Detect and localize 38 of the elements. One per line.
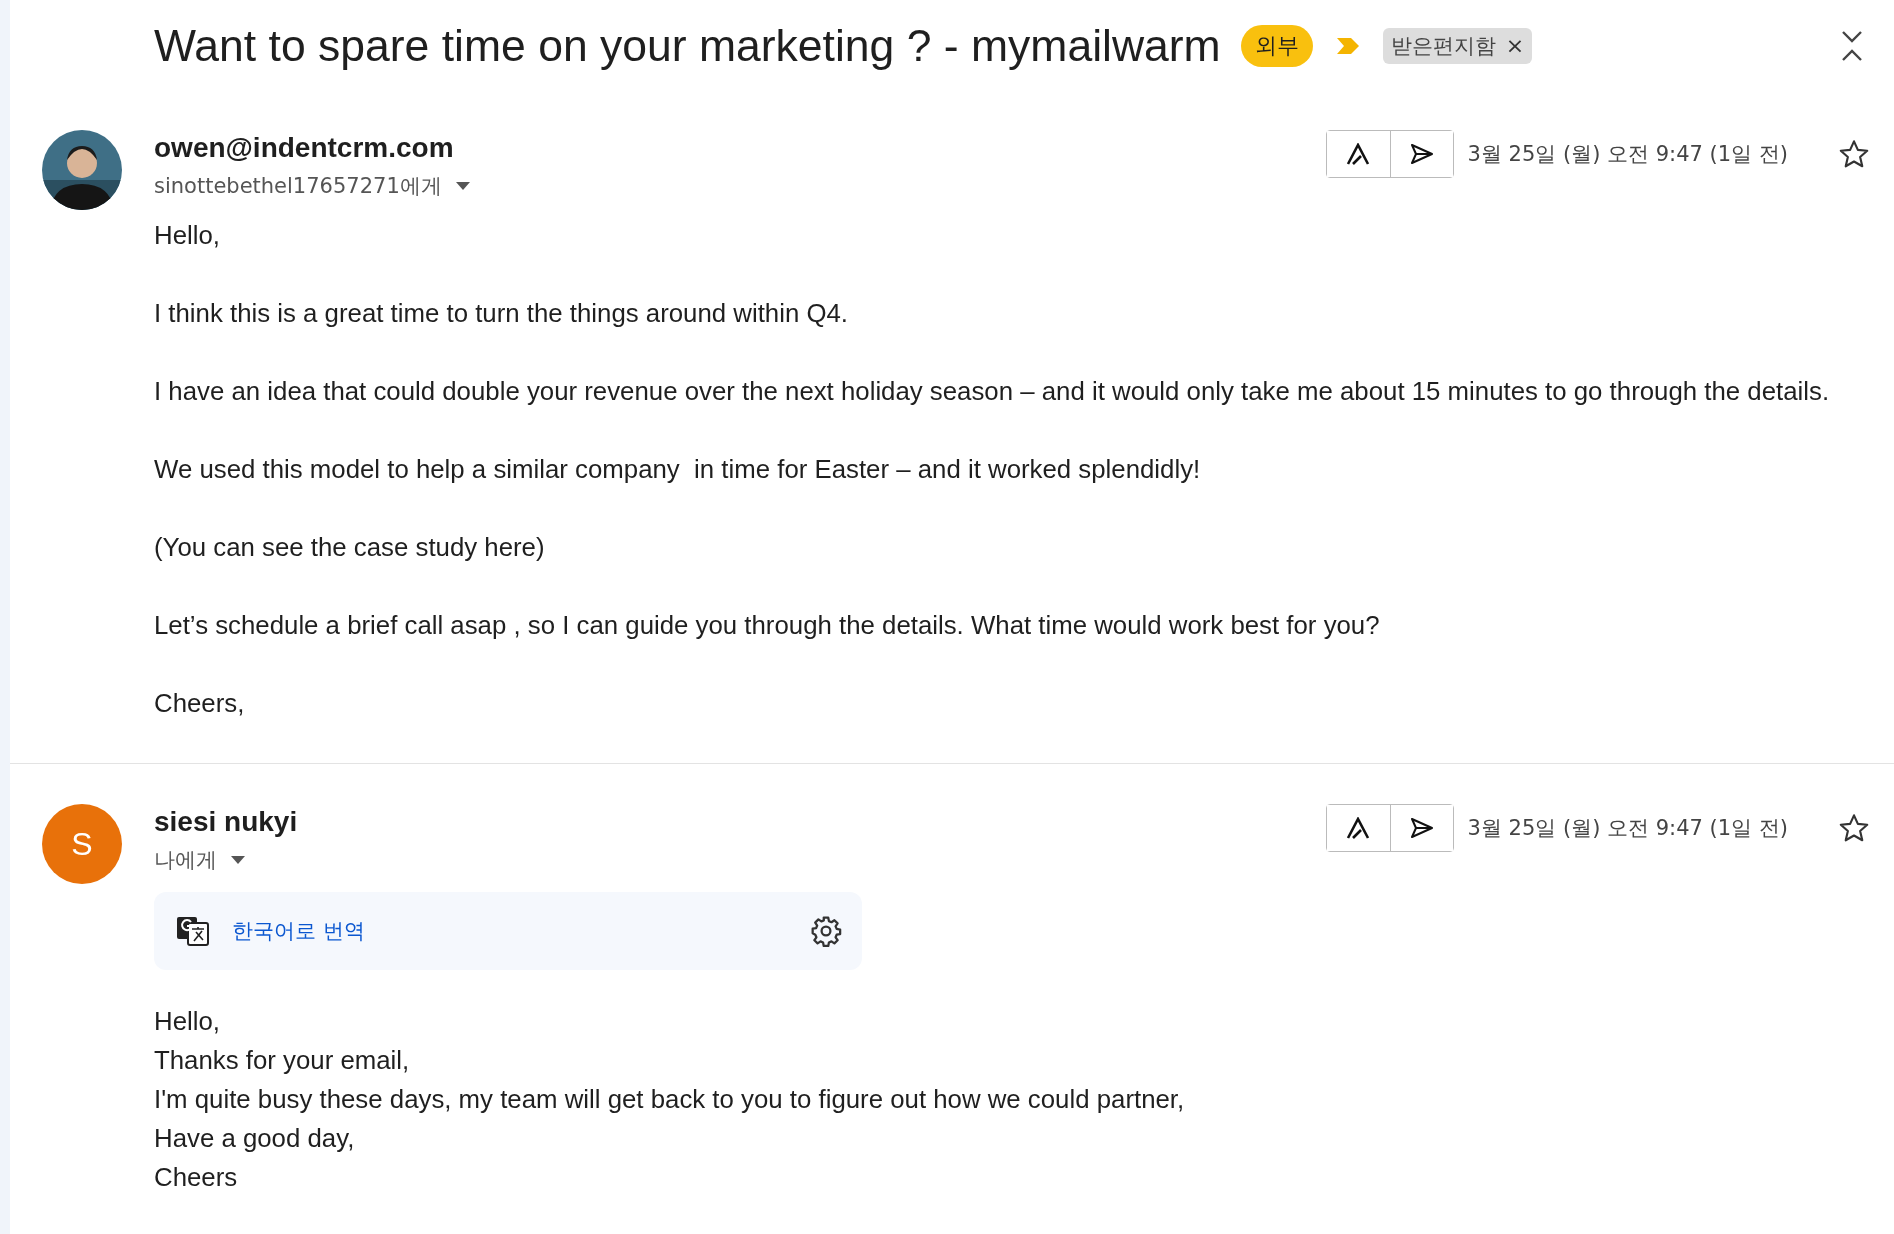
peak-icon bbox=[1346, 817, 1371, 839]
message-paragraph: Hello, bbox=[154, 1006, 221, 1037]
message-date: 3월 25일 (월) 오전 9:47 (1일 전) bbox=[1467, 141, 1788, 168]
dropdown-caret-icon[interactable] bbox=[231, 856, 245, 864]
star-icon[interactable] bbox=[1838, 138, 1870, 170]
sender-name: siesi nukyi bbox=[154, 805, 298, 839]
label-text: 받은편지함 bbox=[1390, 33, 1496, 60]
message-paragraph: Cheers, bbox=[154, 688, 246, 719]
message-paragraph: Hello, bbox=[154, 220, 221, 251]
message-paragraph: Cheers bbox=[154, 1162, 239, 1193]
message-paragraph: We used this model to help a similar company in time for Easter – and it worked splendidly! bbox=[154, 454, 1202, 485]
dropdown-caret-icon[interactable] bbox=[455, 182, 470, 190]
send-button[interactable] bbox=[1389, 805, 1453, 851]
message-paragraph: (You can see the case study here) bbox=[154, 532, 546, 563]
message-paragraph: I think this is a great time to turn the things around within Q4. bbox=[154, 298, 849, 329]
message-paragraph: Thanks for your email, bbox=[154, 1045, 411, 1076]
avatar-initial: S bbox=[42, 804, 122, 884]
send-icon bbox=[1409, 817, 1434, 839]
sender-name: owen@indentcrm.com bbox=[154, 131, 455, 165]
recipient-text: 나에게 bbox=[154, 847, 217, 874]
translate-link[interactable]: 한국어로 번역 bbox=[232, 917, 365, 945]
settings-icon[interactable] bbox=[810, 915, 842, 947]
send-icon bbox=[1409, 143, 1434, 165]
collapse-icon[interactable] bbox=[1840, 29, 1864, 63]
message-paragraph: I have an idea that could double your revenue over the next holiday season – and it would only take me about 15 minutes to go through the details. bbox=[154, 376, 1831, 407]
message-paragraph: I'm quite busy these days, my team will get back to you to figure out how we could partner, bbox=[154, 1084, 1186, 1115]
importance-marker-icon[interactable] bbox=[1334, 36, 1361, 56]
message-date: 3월 25일 (월) 오전 9:47 (1일 전) bbox=[1467, 815, 1788, 842]
recipient-text: sinottebethel17657271에게 bbox=[154, 173, 442, 200]
peak-icon bbox=[1346, 143, 1371, 165]
email-subject: Want to spare time on your marketing ? - mymailwarm bbox=[154, 21, 1221, 71]
remove-label-button[interactable]: × bbox=[1505, 35, 1525, 57]
star-icon[interactable] bbox=[1838, 812, 1870, 844]
message-paragraph: Let’s schedule a brief call asap , so I can guide you through the details. What time would work best for you? bbox=[154, 610, 1381, 641]
external-badge: 외부 bbox=[1240, 25, 1313, 67]
translate-icon bbox=[176, 916, 210, 946]
message-paragraph: Have a good day, bbox=[154, 1123, 356, 1154]
send-button[interactable] bbox=[1389, 131, 1453, 177]
